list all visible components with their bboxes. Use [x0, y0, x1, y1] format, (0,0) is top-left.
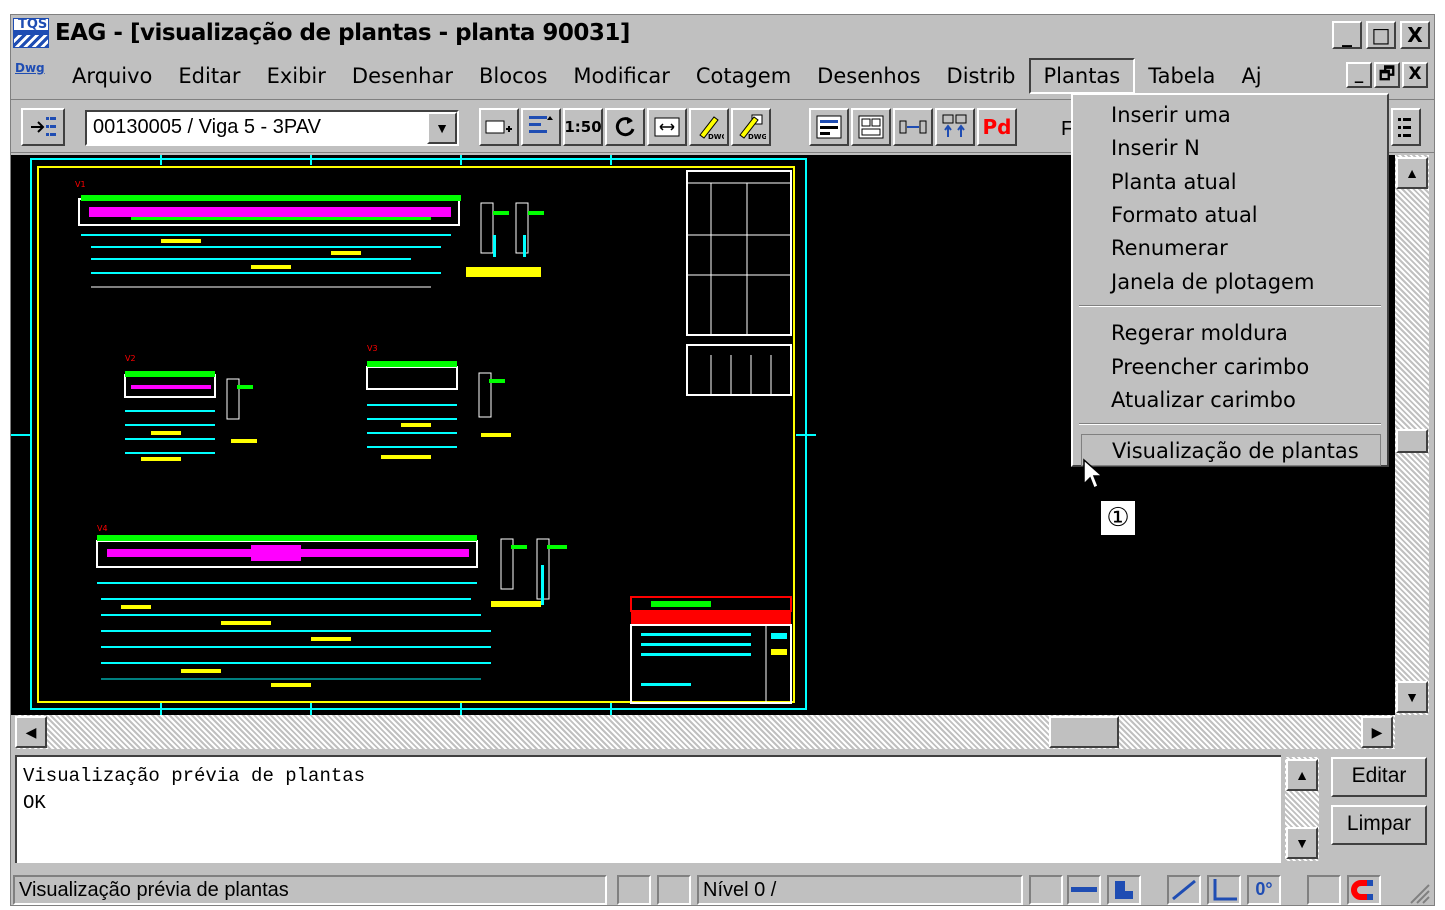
menu-item-atualizar-carimbo[interactable]: Atualizar carimbo [1081, 384, 1381, 416]
close-button[interactable]: X [1400, 21, 1430, 49]
menu-item-visualizacao-de-plantas[interactable]: Visualização de plantas [1081, 434, 1381, 466]
status-slot-1 [617, 875, 651, 905]
menu-distrib[interactable]: Distrib [934, 58, 1029, 94]
scroll-right-icon[interactable]: ▶ [1361, 716, 1393, 748]
status-slot-3 [1029, 875, 1063, 905]
tqs-app-icon: TQS [13, 17, 49, 48]
clear-button[interactable]: Limpar [1331, 805, 1427, 845]
horizontal-scroll-thumb[interactable] [1049, 716, 1119, 748]
edit-dwg-alt-icon[interactable]: DWG [731, 108, 771, 146]
plantas-dropdown-menu: Inserir uma Inserir N Planta atual Forma… [1071, 93, 1389, 467]
menu-tabela[interactable]: Tabela [1135, 58, 1228, 94]
menu-item-janela-de-plotagem[interactable]: Janela de plotagem [1081, 266, 1381, 298]
svg-text:V2: V2 [125, 354, 136, 363]
svg-text:V3: V3 [367, 344, 378, 353]
angle-indicator[interactable]: 0° [1247, 875, 1281, 905]
status-slot-4 [1307, 875, 1341, 905]
mouse-pointer-icon [1082, 458, 1104, 495]
menu-bar: Dwg Arquivo Editar Exibir Desenhar Bloco… [11, 57, 1434, 95]
command-line-1: Visualização prévia de plantas [23, 765, 366, 787]
command-output[interactable]: Visualização prévia de plantas OK [15, 755, 1281, 863]
menu-blocos[interactable]: Blocos [466, 58, 560, 94]
menu-item-preencher-carimbo[interactable]: Preencher carimbo [1081, 351, 1381, 383]
beam-v2-drawing: V2 [124, 354, 257, 461]
menu-item-formato-atual[interactable]: Formato atual [1081, 199, 1381, 231]
doc-close-button[interactable]: X [1402, 62, 1428, 88]
menu-separator [1079, 305, 1381, 307]
menu-editar[interactable]: Editar [165, 58, 253, 94]
fit-width-icon[interactable] [647, 108, 687, 146]
doc-minimize-button[interactable]: _ [1346, 62, 1372, 88]
add-window-icon[interactable] [479, 108, 519, 146]
command-scroll-up-icon[interactable]: ▲ [1286, 759, 1318, 791]
menu-cotagem[interactable]: Cotagem [683, 58, 804, 94]
drawing-selector-combo[interactable]: 00130005 / Viga 5 - 3PAV ▼ [85, 110, 459, 146]
svg-text:DWG: DWG [708, 133, 724, 141]
drawing-selector-value: 00130005 / Viga 5 - 3PAV [93, 116, 321, 138]
menu-modificar[interactable]: Modificar [560, 58, 682, 94]
pd-button[interactable]: Pd [977, 108, 1017, 146]
scale-button[interactable]: 1:50 [563, 108, 603, 146]
menu-exibir[interactable]: Exibir [254, 58, 339, 94]
edit-button[interactable]: Editar [1331, 757, 1427, 797]
edit-dwg-icon[interactable]: DWG [689, 108, 729, 146]
status-bar: Visualização prévia de plantas Nível 0 /… [11, 871, 1434, 907]
menu-separator [1079, 423, 1381, 425]
svg-text:DWG: DWG [748, 133, 766, 141]
scroll-up-icon[interactable]: ▲ [1396, 157, 1428, 189]
minimize-button[interactable]: _ [1332, 21, 1362, 49]
move-sheets-icon[interactable] [935, 108, 975, 146]
status-message: Visualização prévia de plantas [13, 875, 607, 905]
beam-v4-drawing: V4 [96, 524, 567, 687]
command-scrollbar[interactable]: ▲ ▼ [1285, 757, 1319, 861]
level-indicator[interactable]: Nível 0 / [697, 875, 1023, 905]
menu-desenhar[interactable]: Desenhar [339, 58, 466, 94]
doc-restore-button[interactable]: 🗗 [1374, 62, 1400, 88]
menu-ajuda[interactable]: Aj [1228, 58, 1274, 94]
window-title: EAG - [visualização de plantas - planta … [55, 20, 630, 46]
sheet-layout-icon[interactable] [809, 108, 849, 146]
menu-item-renumerar[interactable]: Renumerar [1081, 232, 1381, 264]
menu-arquivo[interactable]: Arquivo [59, 58, 165, 94]
scroll-left-icon[interactable]: ◀ [15, 716, 47, 748]
command-scroll-down-icon[interactable]: ▼ [1286, 827, 1318, 859]
list-sort-icon[interactable] [521, 108, 561, 146]
ortho-line-icon[interactable] [1067, 875, 1101, 905]
magnet-snap-icon[interactable] [1347, 875, 1381, 905]
rebar-table [686, 170, 792, 396]
horizontal-scrollbar[interactable]: ◀ ▶ [15, 715, 1395, 749]
dwg-document-icon[interactable]: Dwg [15, 61, 49, 91]
menu-item-inserir-uma[interactable]: Inserir uma [1081, 99, 1381, 131]
title-block [630, 596, 792, 704]
polar-line-icon[interactable] [1167, 875, 1201, 905]
beam-v3-drawing: V3 [366, 344, 511, 459]
menu-item-inserir-n[interactable]: Inserir N [1081, 132, 1381, 164]
vertical-scrollbar[interactable]: ▲ ▼ [1395, 155, 1429, 715]
command-line-2: OK [23, 792, 46, 814]
corner-axis-icon[interactable] [1207, 875, 1241, 905]
rotate-icon[interactable] [605, 108, 645, 146]
insert-arrow-list-icon[interactable] [21, 108, 65, 146]
menu-plantas[interactable]: Plantas [1028, 58, 1136, 94]
scroll-down-icon[interactable]: ▼ [1396, 681, 1428, 713]
vertical-scroll-thumb[interactable] [1396, 429, 1428, 453]
svg-text:V4: V4 [97, 524, 108, 533]
svg-text:V1: V1 [75, 180, 86, 189]
beam-v1-drawing: V1 [75, 180, 544, 288]
maximize-button[interactable]: □ [1366, 21, 1396, 49]
menu-item-planta-atual[interactable]: Planta atual [1081, 166, 1381, 198]
chevron-down-icon[interactable]: ▼ [427, 112, 457, 144]
menu-desenhos[interactable]: Desenhos [804, 58, 933, 94]
status-slot-2 [657, 875, 691, 905]
toolbar-overflow-icon[interactable] [1391, 108, 1421, 146]
menu-item-regerar-moldura[interactable]: Regerar moldura [1081, 317, 1381, 349]
spacing-icon[interactable] [893, 108, 933, 146]
title-bar: TQS EAG - [visualização de plantas - pla… [11, 15, 1434, 51]
sheet-grid-icon[interactable] [851, 108, 891, 146]
step-callout: ① [1100, 500, 1136, 536]
layer-lock-icon[interactable] [1107, 875, 1141, 905]
